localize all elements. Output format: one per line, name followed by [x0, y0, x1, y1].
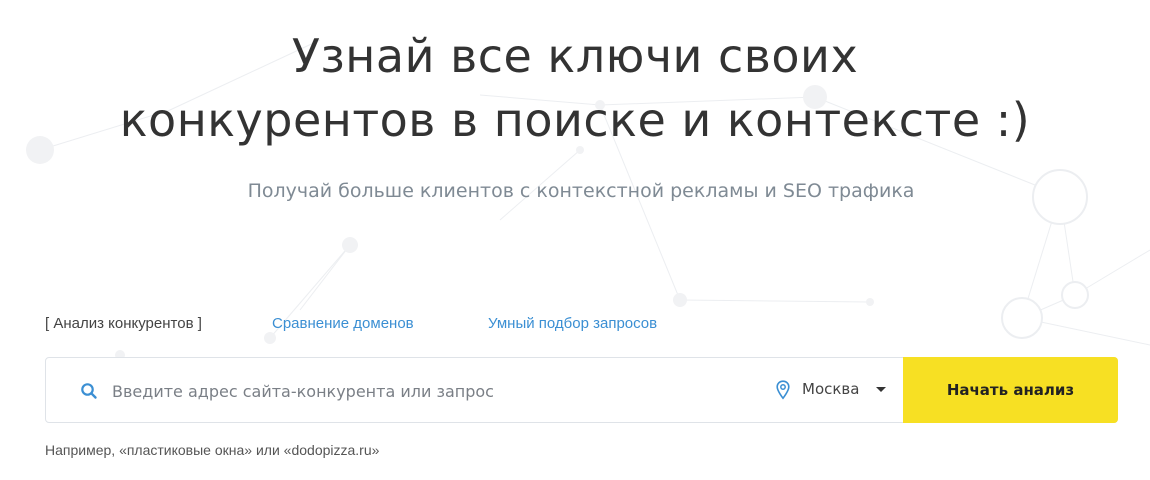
- example-joiner: или: [252, 442, 284, 458]
- start-analysis-button[interactable]: Начать анализ: [903, 357, 1118, 423]
- tab-domain-comparison[interactable]: Сравнение доменов: [272, 315, 414, 332]
- hero-title-line-2: конкурентов в поиске и контексте :): [119, 93, 1031, 147]
- search-bar: Москва Начать анализ: [45, 357, 1118, 423]
- region-selector[interactable]: Москва: [774, 358, 904, 422]
- example-prefix: Например,: [45, 442, 120, 458]
- example-domain-link[interactable]: «dodopizza.ru»: [284, 442, 380, 458]
- location-pin-icon: [776, 380, 790, 400]
- hero-title: Узнай все ключи своих конкурентов в поис…: [0, 24, 1150, 152]
- search-input[interactable]: [112, 372, 752, 410]
- tab-smart-query-selection[interactable]: Умный подбор запросов: [488, 315, 657, 332]
- hero-title-line-1: Узнай все ключи своих: [291, 29, 859, 83]
- tab-competitor-analysis[interactable]: [ Анализ конкурентов ]: [45, 315, 202, 332]
- example-hint: Например, «пластиковые окна» или «dodopi…: [45, 442, 379, 458]
- region-label: Москва: [802, 380, 860, 398]
- chevron-down-icon: [876, 387, 886, 392]
- example-query-link[interactable]: «пластиковые окна»: [119, 442, 252, 458]
- hero-subtitle: Получай больше клиентов с контекстной ре…: [247, 180, 915, 202]
- search-icon: [81, 383, 97, 399]
